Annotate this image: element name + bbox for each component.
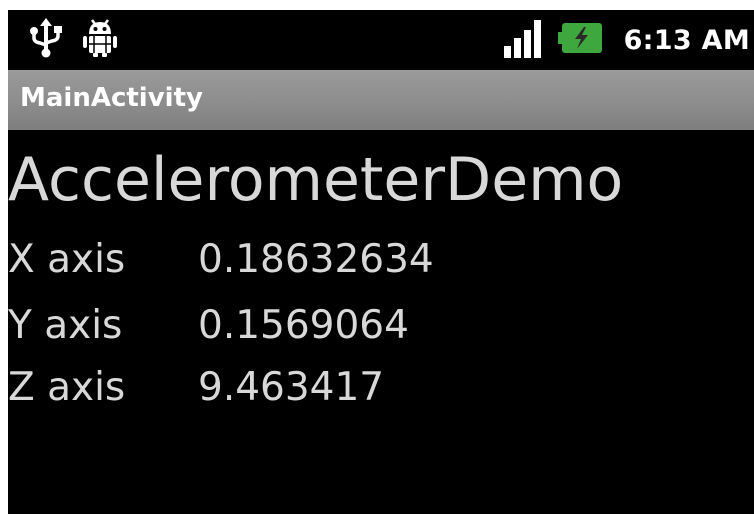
phone-screen: 6:13 AM MainActivity AccelerometerDemo X… [8, 10, 754, 514]
battery-charging-icon [557, 20, 604, 60]
status-bar: 6:13 AM [8, 10, 754, 70]
x-axis-row: X axis 0.18632634 [8, 232, 754, 288]
z-axis-row: Z axis 9.463417 [8, 360, 754, 416]
signal-strength-icon [502, 16, 548, 64]
z-axis-label: Z axis [8, 365, 126, 410]
notification-icons [28, 18, 118, 62]
x-axis-label: X axis [8, 237, 126, 282]
app-heading: AccelerometerDemo [8, 145, 624, 215]
usb-icon [28, 18, 64, 62]
y-axis-value: 0.1569064 [198, 303, 409, 348]
android-debug-icon [82, 18, 118, 62]
x-axis-value: 0.18632634 [198, 237, 434, 282]
content-area: AccelerometerDemo X axis 0.18632634 Y ax… [8, 130, 754, 514]
title-bar: MainActivity [8, 70, 754, 130]
z-axis-value: 9.463417 [198, 365, 385, 410]
y-axis-row: Y axis 0.1569064 [8, 298, 754, 354]
activity-title: MainActivity [20, 83, 203, 113]
system-indicators: 6:13 AM [502, 18, 750, 62]
y-axis-label: Y axis [8, 303, 123, 348]
status-clock: 6:13 AM [623, 24, 750, 56]
